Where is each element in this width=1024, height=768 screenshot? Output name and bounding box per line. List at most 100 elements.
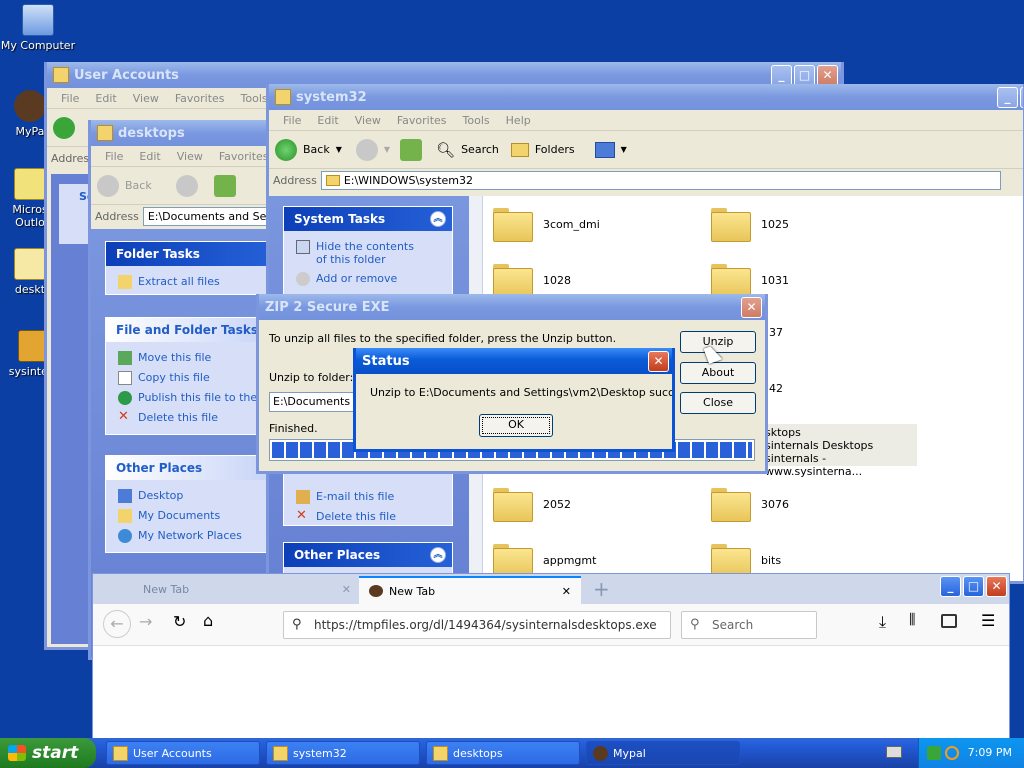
download-icon[interactable]: ⤓ (879, 612, 886, 632)
folder-item[interactable]: 1028 (493, 264, 571, 298)
network-tray-icon[interactable] (927, 746, 941, 760)
forward-icon[interactable]: → (139, 612, 152, 631)
move-file-link[interactable]: Move this file (106, 348, 274, 368)
views-dropdown-icon[interactable]: ▼ (621, 145, 627, 154)
folder-item[interactable]: 3com_dmi (493, 208, 600, 242)
delete-file-link[interactable]: ✕ Delete this file (106, 408, 274, 428)
add-remove-link[interactable]: Add or remove (284, 269, 452, 289)
menu-view[interactable]: View (347, 114, 389, 127)
reload-icon[interactable]: ↻ (173, 612, 186, 631)
desktop-link[interactable]: Desktop (106, 486, 274, 506)
folder-item[interactable]: 1025 (711, 208, 789, 242)
tab-close-icon[interactable]: ✕ (342, 576, 351, 604)
search-tray-icon[interactable] (945, 746, 959, 760)
up-folder-icon[interactable] (400, 138, 423, 161)
collapse-icon[interactable]: ︽ (430, 547, 446, 563)
folder-label-partial[interactable]: 37 (769, 326, 783, 339)
keyboard-icon[interactable] (886, 746, 902, 758)
menu-edit[interactable]: Edit (87, 92, 124, 105)
menu-tools[interactable]: Tools (455, 114, 498, 127)
taskbar-button-system32[interactable]: system32 (266, 741, 420, 765)
folder-item[interactable]: 3076 (711, 488, 789, 522)
email-file-link[interactable]: E-mail this file (284, 487, 452, 507)
maximize-button[interactable]: □ (794, 65, 815, 86)
desktop-icon-my-computer[interactable]: My Computer (0, 4, 76, 52)
home-icon[interactable]: ⌂ (203, 611, 213, 630)
new-tab-icon[interactable]: + (593, 576, 610, 602)
panel-header[interactable]: File and Folder Tasks (106, 318, 274, 342)
menu-favorites[interactable]: Favorites (167, 92, 233, 105)
menu-view[interactable]: View (169, 150, 211, 163)
forward-icon[interactable] (355, 138, 378, 161)
menu-edit[interactable]: Edit (309, 114, 346, 127)
selected-file-tooltip[interactable]: sktops sinternals Desktops sinternals - … (765, 424, 917, 478)
publish-file-link[interactable]: Publish this file to the W (106, 388, 274, 408)
maximize-button[interactable]: □ (1020, 87, 1023, 108)
folder-item[interactable]: 1031 (711, 264, 789, 298)
minimize-button[interactable]: _ (940, 576, 961, 597)
tab[interactable]: New Tab ✕ (107, 576, 359, 604)
title-bar[interactable]: ZIP 2 Secure EXE ✕ (259, 294, 765, 320)
panel-header[interactable]: Other Places ︽ (284, 543, 452, 567)
minimize-button[interactable]: _ (771, 65, 792, 86)
my-network-places-link[interactable]: My Network Places (106, 526, 274, 546)
folder-item[interactable]: 2052 (493, 488, 571, 522)
maximize-button[interactable]: □ (963, 576, 984, 597)
taskbar-button-desktops[interactable]: desktops (426, 741, 580, 765)
folder-label-partial[interactable]: 42 (769, 382, 783, 395)
taskbar-button-mypal[interactable]: Mypal (586, 741, 740, 765)
start-button[interactable]: start (0, 738, 96, 768)
menu-file[interactable]: File (53, 92, 87, 105)
clock[interactable]: 7:09 PM (968, 746, 1012, 759)
close-button[interactable]: ✕ (648, 351, 669, 372)
search-icon[interactable]: 🔍︎ (436, 141, 455, 159)
close-dialog-button[interactable]: Close (680, 392, 756, 414)
ok-button[interactable]: OK (479, 414, 553, 437)
copy-file-link[interactable]: Copy this file (106, 368, 274, 388)
folders-label[interactable]: Folders (535, 143, 575, 156)
back-label[interactable]: Back (303, 143, 330, 156)
search-label[interactable]: Search (461, 143, 499, 156)
unzip-path-input[interactable]: E:\Documents an (269, 392, 359, 412)
views-icon[interactable] (594, 141, 615, 158)
close-button[interactable]: ✕ (817, 65, 838, 86)
menu-icon[interactable]: ☰ (981, 611, 995, 630)
my-documents-link[interactable]: My Documents (106, 506, 274, 526)
back-label[interactable]: Back (125, 179, 152, 192)
menu-file[interactable]: File (275, 114, 309, 127)
back-icon[interactable] (275, 138, 297, 161)
address-input[interactable]: E:\WINDOWS\system32 (320, 171, 1001, 190)
title-bar[interactable]: Status ✕ (356, 348, 672, 374)
menu-favorites[interactable]: Favorites (389, 114, 455, 127)
folder-item[interactable]: appmgmt (493, 544, 596, 578)
up-folder-icon[interactable] (213, 174, 236, 197)
menu-help[interactable]: Help (498, 114, 539, 127)
back-icon[interactable] (97, 174, 119, 197)
panel-header[interactable]: System Tasks ︽ (284, 207, 452, 231)
url-bar[interactable]: ⚲ https://tmpfiles.org/dl/1494364/sysint… (283, 611, 671, 639)
library-icon[interactable]: ⫼ (909, 612, 915, 628)
menu-file[interactable]: File (97, 150, 131, 163)
menu-view[interactable]: View (125, 92, 167, 105)
folder-item[interactable]: bits (711, 544, 781, 578)
close-button[interactable]: ✕ (741, 297, 762, 318)
taskbar-button-user-accounts[interactable]: User Accounts (106, 741, 260, 765)
forward-dropdown-icon[interactable]: ▼ (384, 145, 390, 154)
about-button[interactable]: About (680, 362, 756, 384)
forward-icon[interactable] (175, 174, 198, 197)
panel-header[interactable]: Other Places (106, 456, 274, 480)
tab-close-icon[interactable]: ✕ (562, 578, 571, 606)
close-button[interactable]: ✕ (986, 576, 1007, 597)
hide-contents-link[interactable]: Hide the contents of this folder (284, 237, 452, 269)
sidebar-icon[interactable] (941, 614, 957, 628)
back-dropdown-icon[interactable]: ▼ (336, 145, 342, 154)
panel-header[interactable]: Folder Tasks (106, 242, 274, 266)
folders-icon[interactable] (510, 142, 529, 157)
tab-active[interactable]: New Tab ✕ (359, 576, 581, 604)
back-icon[interactable]: ← (103, 610, 131, 638)
title-bar[interactable]: system32 _ □ (269, 84, 1023, 110)
minimize-button[interactable]: _ (997, 87, 1018, 108)
back-icon[interactable] (53, 116, 75, 139)
extract-all-link[interactable]: Extract all files (106, 272, 274, 292)
menu-edit[interactable]: Edit (131, 150, 168, 163)
